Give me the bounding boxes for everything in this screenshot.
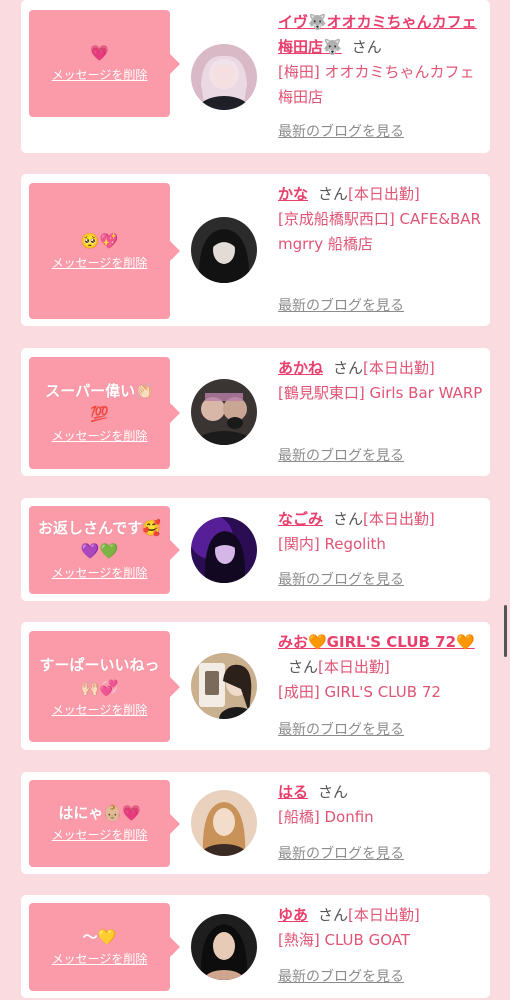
blog-link[interactable]: 最新のブログを見る: [278, 446, 404, 466]
message-text: お返しさんです🥰 💜💚: [38, 519, 161, 560]
message-bubble: すーぱーいいねっ 🙌🏻💞 メッセージを削除: [29, 631, 180, 742]
shop-info: [鶴見駅東口] Girls Bar WARP: [278, 384, 483, 402]
avatar[interactable]: [191, 914, 257, 980]
profile-name-link[interactable]: ゆあ: [278, 906, 308, 924]
shop-info: [京成船橋駅西口] CAFE&BAR mgrry 船橋店: [278, 210, 481, 253]
avatar[interactable]: [191, 653, 257, 719]
profile-info: あかね さん[本日出勤] [鶴見駅東口] Girls Bar WARP: [278, 356, 484, 406]
message-card: 〜💛 メッセージを削除 ゆあ さん[本日出勤] [熱海] CLUB GOAT 最新…: [21, 895, 490, 998]
avatar[interactable]: [191, 44, 257, 110]
profile-name-link[interactable]: みお🧡GIRL'S CLUB 72🧡: [278, 633, 475, 651]
delete-message-link[interactable]: メッセージを削除: [52, 949, 148, 969]
message-card: 🥺💖 メッセージを削除 かな さん[本日出勤] [京成船橋駅西口] CAFE&BA…: [21, 174, 490, 326]
profile-name-link[interactable]: かな: [278, 185, 308, 203]
profile-name-link[interactable]: あかね: [278, 359, 323, 377]
message-list: 💗 メッセージを削除 イヴ🐺オオカミちゃんカフェ梅田店🐺 さん [梅田] オオカミ…: [0, 0, 510, 1000]
shift-status: [本日出勤]: [348, 185, 420, 203]
message-text: はにゃ👶🏼💗: [58, 804, 141, 822]
honorific: さん: [351, 38, 382, 56]
delete-message-link[interactable]: メッセージを削除: [52, 426, 148, 446]
message-text: スーパー偉い👏🏻 💯: [45, 382, 154, 423]
shop-info: [関内] Regolith: [278, 535, 386, 553]
honorific: さん: [288, 658, 319, 676]
message-bubble: 🥺💖 メッセージを削除: [29, 183, 180, 319]
shop-info: [船橋] Donfin: [278, 808, 374, 826]
shift-status: [本日出勤]: [348, 906, 420, 924]
delete-message-link[interactable]: メッセージを削除: [52, 253, 148, 273]
shop-info: [熱海] CLUB GOAT: [278, 931, 411, 949]
message-card: はにゃ👶🏼💗 メッセージを削除 はる さん [船橋] Donfin 最新のブログを…: [21, 772, 490, 874]
delete-message-link[interactable]: メッセージを削除: [52, 65, 148, 85]
message-card: すーぱーいいねっ 🙌🏻💞 メッセージを削除 みお🧡GIRL'S CLUB 72🧡…: [21, 622, 490, 750]
message-bubble: 💗 メッセージを削除: [29, 10, 180, 117]
honorific: さん: [333, 510, 364, 528]
blog-link[interactable]: 最新のブログを見る: [278, 570, 404, 590]
message-bubble: はにゃ👶🏼💗 メッセージを削除: [29, 780, 180, 867]
blog-link[interactable]: 最新のブログを見る: [278, 844, 404, 864]
profile-info: イヴ🐺オオカミちゃんカフェ梅田店🐺 さん [梅田] オオカミちゃんカフェ梅田店: [278, 10, 484, 110]
delete-message-link[interactable]: メッセージを削除: [52, 825, 148, 845]
profile-info: なごみ さん[本日出勤] [関内] Regolith: [278, 507, 484, 557]
avatar[interactable]: [191, 790, 257, 856]
message-text: 🥺💖: [80, 231, 119, 250]
profile-info: ゆあ さん[本日出勤] [熱海] CLUB GOAT: [278, 903, 484, 953]
profile-info: はる さん [船橋] Donfin: [278, 780, 484, 830]
blog-link[interactable]: 最新のブログを見る: [278, 296, 404, 316]
delete-message-link[interactable]: メッセージを削除: [52, 700, 148, 720]
message-bubble: スーパー偉い👏🏻 💯 メッセージを削除: [29, 357, 180, 469]
blog-link[interactable]: 最新のブログを見る: [278, 967, 404, 987]
scrollbar[interactable]: [504, 605, 507, 657]
message-card: スーパー偉い👏🏻 💯 メッセージを削除 あかね さん[本日出勤] [鶴見駅東口] …: [21, 348, 490, 476]
honorific: さん: [318, 906, 349, 924]
message-text: 〜💛: [82, 927, 117, 946]
shift-status: [本日出勤]: [363, 359, 435, 377]
honorific: さん: [333, 359, 364, 377]
blog-link[interactable]: 最新のブログを見る: [278, 720, 404, 740]
message-card: お返しさんです🥰 💜💚 メッセージを削除 なごみ さん[本日出勤] [関内] Re…: [21, 498, 490, 601]
profile-info: みお🧡GIRL'S CLUB 72🧡 さん[本日出勤] [成田] GIRL'S C…: [278, 630, 484, 705]
profile-info: かな さん[本日出勤] [京成船橋駅西口] CAFE&BAR mgrry 船橋店: [278, 182, 484, 257]
delete-message-link[interactable]: メッセージを削除: [52, 563, 148, 583]
message-bubble: お返しさんです🥰 💜💚 メッセージを削除: [29, 506, 180, 594]
message-card: 💗 メッセージを削除 イヴ🐺オオカミちゃんカフェ梅田店🐺 さん [梅田] オオカミ…: [21, 0, 490, 153]
avatar[interactable]: [191, 217, 257, 283]
avatar[interactable]: [191, 379, 257, 445]
message-text: 💗: [90, 44, 109, 62]
shop-info: [成田] GIRL'S CLUB 72: [278, 683, 441, 701]
shift-status: [本日出勤]: [318, 658, 390, 676]
shop-info: [梅田] オオカミちゃんカフェ梅田店: [278, 63, 475, 106]
blog-link[interactable]: 最新のブログを見る: [278, 122, 404, 142]
honorific: さん: [318, 185, 349, 203]
message-bubble: 〜💛 メッセージを削除: [29, 903, 180, 991]
message-text: すーぱーいいねっ 🙌🏻💞: [39, 655, 160, 697]
avatar[interactable]: [191, 517, 257, 583]
profile-name-link[interactable]: なごみ: [278, 510, 323, 528]
honorific: さん: [318, 783, 349, 801]
shift-status: [本日出勤]: [363, 510, 435, 528]
profile-name-link[interactable]: はる: [278, 783, 308, 801]
